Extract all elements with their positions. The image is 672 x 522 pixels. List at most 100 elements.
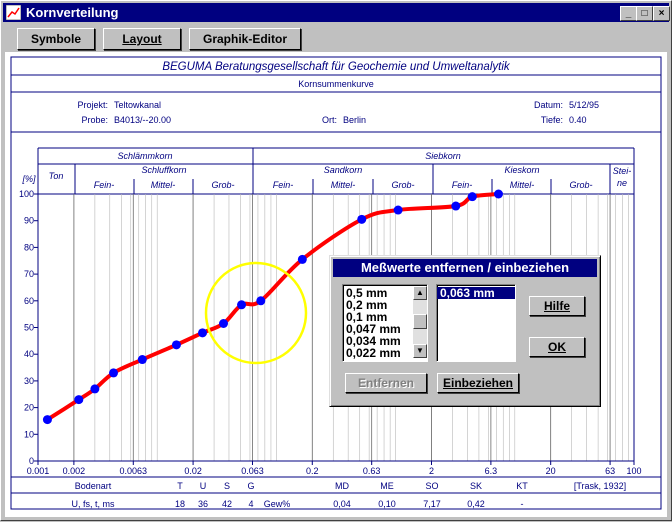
stats-value-cell: - (521, 499, 524, 509)
ort-value: Berlin (343, 115, 366, 125)
stats-value-cell: 36 (198, 499, 208, 509)
report-subtitle: Kornsummenkurve (298, 79, 374, 89)
y-tick-label: 0 (29, 456, 34, 466)
stats-value-cell: 0,42 (467, 499, 485, 509)
sand-grob: Grob- (391, 180, 414, 190)
ort-label: Ort: (322, 115, 337, 125)
data-point (237, 300, 247, 310)
symbole-button[interactable]: Symbole (17, 28, 95, 50)
x-tick-label: 2 (429, 466, 434, 476)
stats-value-cell: Gew% (264, 499, 291, 509)
stats-header-cell: SK (470, 481, 482, 491)
stats-value-cell: U, fs, t, ms (71, 499, 115, 509)
stats-header-cell: U (200, 481, 207, 491)
scroll-down-icon: ▼ (416, 346, 424, 355)
data-point (393, 205, 403, 215)
scroll-up-icon: ▲ (416, 288, 424, 297)
x-tick-label: 0.63 (363, 466, 381, 476)
tiefe-value: 0.40 (569, 115, 587, 125)
removed-values-list[interactable]: 0,063 mm (436, 284, 516, 362)
dialog-title[interactable]: Meßwerte entfernen / einbeziehen (333, 259, 597, 277)
stats-header-cell: ME (380, 481, 394, 491)
data-point (467, 192, 477, 202)
list-scrollbar[interactable]: ▲ ▼ (413, 286, 427, 358)
x-tick-labels: 0.001 0.002 0.0063 0.02 0.063 0.2 0.63 2 6.3 20 63… (27, 461, 642, 476)
close-icon: × (658, 8, 665, 19)
maximize-icon: □ (641, 8, 648, 19)
title-bar[interactable]: Kornverteilung _ □ × (3, 3, 670, 22)
data-point (256, 296, 266, 306)
projekt-value: Teltowkanal (114, 100, 161, 110)
data-point (451, 201, 461, 211)
sand-fein: Fein- (273, 180, 294, 190)
scroll-down-button[interactable]: ▼ (413, 344, 427, 358)
hilfe-label: Hilfe (543, 299, 570, 313)
entfernen-button[interactable]: Entfernen (345, 373, 427, 393)
minimize-button[interactable]: _ (620, 6, 637, 21)
sandkorn-header: Sandkorn (324, 165, 363, 175)
removed-value-item[interactable]: 0,063 mm (437, 287, 515, 299)
highlight-circle (204, 261, 308, 365)
stats-header-cell: [Trask, 1932] (574, 481, 626, 491)
stats-value-cell: 0,04 (333, 499, 351, 509)
y-tick-label: 40 (24, 349, 34, 359)
kies-mittel: Mittel- (510, 180, 535, 190)
scroll-up-button[interactable]: ▲ (413, 286, 427, 300)
data-point (42, 415, 52, 425)
y-axis-label: [%] (21, 174, 36, 184)
layout-button[interactable]: Layout (103, 28, 181, 50)
y-tick-label: 50 (24, 323, 34, 333)
data-point (494, 189, 504, 199)
y-tick-label: 70 (24, 269, 34, 279)
steine-header-2: ne (617, 178, 627, 188)
window-title: Kornverteilung (26, 5, 119, 20)
schluff-grob: Grob- (211, 180, 234, 190)
x-tick-label: 0.063 (241, 466, 264, 476)
probe-label: Probe: (81, 115, 108, 125)
stats-header-cell: Bodenart (75, 481, 112, 491)
stats-value-cell: 18 (175, 499, 185, 509)
data-point (137, 355, 147, 365)
x-tick-label: 0.0063 (120, 466, 148, 476)
stats-value-cell: 4 (248, 499, 253, 509)
y-tick-label: 90 (24, 216, 34, 226)
y-tick-label: 100 (19, 189, 34, 199)
close-button[interactable]: × (653, 6, 670, 21)
ok-label: OK (548, 340, 566, 354)
stats-value-cell: 0,10 (378, 499, 396, 509)
statistics-table: Bodenart T U S G MD ME SO SK KT [Trask, 1932] U, fs… (71, 481, 626, 509)
data-point (109, 368, 119, 378)
y-tick-label: 20 (24, 403, 34, 413)
measurement-dialog: Meßwerte entfernen / einbeziehen 0,5 mm 0… (329, 255, 601, 407)
kieskorn-header: Kieskorn (504, 165, 539, 175)
scroll-thumb[interactable] (413, 314, 427, 329)
data-point (357, 214, 367, 224)
maximize-button[interactable]: □ (636, 6, 653, 21)
stats-header-cell: SO (425, 481, 438, 491)
tiefe-label: Tiefe: (541, 115, 563, 125)
available-values-list[interactable]: 0,5 mm 0,2 mm 0,1 mm 0,047 mm 0,034 mm 0,022 … (342, 284, 428, 362)
x-tick-label: 0.001 (27, 466, 50, 476)
schluff-mittel: Mittel- (151, 180, 176, 190)
einbeziehen-label: Einbeziehen (442, 376, 513, 390)
ton-header: Ton (49, 171, 64, 181)
x-tick-label: 20 (546, 466, 556, 476)
stats-value-cell: 7,17 (423, 499, 441, 509)
siebkorn-header: Siebkorn (425, 151, 461, 161)
steine-header-1: Stei- (613, 166, 632, 176)
datum-label: Datum: (534, 100, 563, 110)
minimize-icon: _ (625, 8, 632, 19)
data-point (74, 395, 84, 405)
einbeziehen-button[interactable]: Einbeziehen (437, 373, 519, 393)
y-tick-label: 30 (24, 376, 34, 386)
kies-fein: Fein- (452, 180, 473, 190)
company-name: BEGUMA Beratungsgesellschaft für Geochem… (162, 61, 511, 73)
projekt-label: Projekt: (77, 100, 108, 110)
y-tick-label: 60 (24, 296, 34, 306)
schluffkorn-header: Schluffkorn (141, 165, 186, 175)
stats-header-cell: G (247, 481, 254, 491)
graphik-editor-button[interactable]: Graphik-Editor (189, 28, 301, 50)
ok-button[interactable]: OK (529, 337, 585, 357)
hilfe-button[interactable]: Hilfe (529, 296, 585, 316)
data-point (198, 328, 208, 338)
